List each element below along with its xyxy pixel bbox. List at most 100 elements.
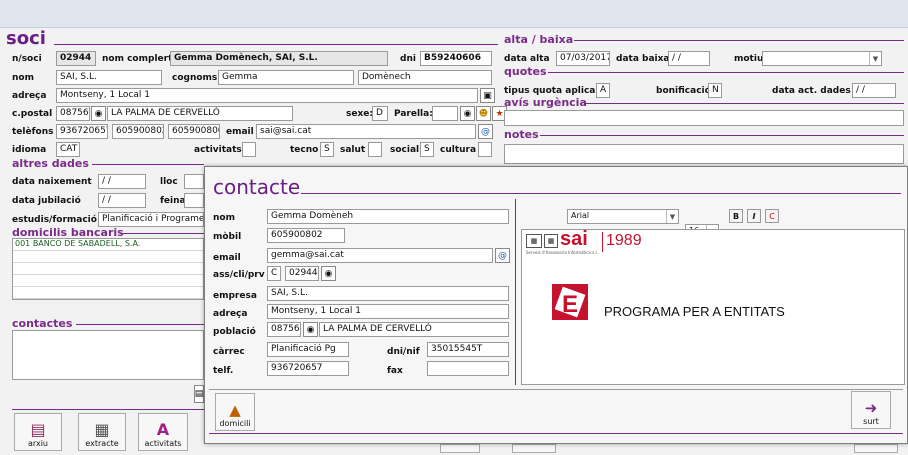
list-item[interactable]: 001 BANCO DE SABADELL, S.A. xyxy=(13,239,203,251)
list-item[interactable] xyxy=(13,251,203,263)
cognoms-label: cognoms xyxy=(172,73,218,83)
nsoci-field[interactable]: 02944 xyxy=(56,51,96,66)
lloc-label: lloc xyxy=(160,177,178,187)
contact-nom-field[interactable]: Gemma Domèneh xyxy=(267,209,509,224)
estudis-field[interactable]: Planificació i Programes xyxy=(98,212,204,227)
jubilacio-label: data jubilació xyxy=(12,196,81,206)
cultura-label: cultura xyxy=(440,145,477,155)
jubilacio-field[interactable]: / / xyxy=(98,193,146,208)
font-select[interactable]: Arial ▼ xyxy=(567,209,679,224)
exit-icon: ➜ xyxy=(864,399,878,417)
bonificacio-field[interactable]: N xyxy=(708,83,722,98)
tel3-field[interactable]: 605900800 xyxy=(168,124,220,139)
contact-cp-field[interactable]: 08756 xyxy=(267,322,301,337)
cognoms2-field[interactable]: Domènech xyxy=(358,70,492,85)
feina-field[interactable] xyxy=(184,193,204,208)
dni-field[interactable]: B59240606 xyxy=(420,51,492,66)
contact-mobil-field[interactable]: 605900802 xyxy=(267,228,345,243)
bold-button[interactable]: B xyxy=(729,209,743,223)
list-item[interactable] xyxy=(13,275,203,287)
cultura-field[interactable] xyxy=(478,142,492,157)
contact-email-label: email xyxy=(213,253,241,263)
social-field[interactable]: S xyxy=(420,142,434,157)
contact-empresa-field[interactable]: SAI, S.L. xyxy=(267,286,509,301)
contact-adreca-field[interactable]: Montseny, 1 Local 1 xyxy=(267,304,509,319)
document-icon[interactable]: ▤ xyxy=(194,385,204,403)
map-icon[interactable]: ▣ xyxy=(480,88,495,103)
motiu-select[interactable]: ▼ xyxy=(762,51,882,66)
data-alta-field[interactable]: 07/03/2017 xyxy=(556,51,610,66)
domicili-button[interactable]: ▲ domicili xyxy=(215,393,255,431)
surt-label: surt xyxy=(863,417,879,426)
home-icon: ▲ xyxy=(229,401,241,419)
contact-email-field[interactable]: gemma@sai.cat xyxy=(267,248,493,263)
tecno-label: tecno xyxy=(290,145,319,155)
lloc-field[interactable] xyxy=(184,174,204,189)
nom-complert-field[interactable]: Gemma Domènech, SAI, S.L. xyxy=(170,51,388,66)
contacte-dialog: contacte nom Gemma Domèneh mòbil 6059008… xyxy=(204,166,908,444)
list-item[interactable] xyxy=(13,287,203,299)
contact-dni-field[interactable]: 35015545T xyxy=(427,342,509,357)
contact-carrec-field[interactable]: Planificació Pg xyxy=(267,342,349,357)
idioma-label: idioma xyxy=(12,145,47,155)
surt-button[interactable]: ➜ surt xyxy=(851,391,891,429)
binoculars-icon[interactable]: ◉ xyxy=(303,322,318,337)
list-item[interactable] xyxy=(13,263,203,275)
avis-field[interactable] xyxy=(504,110,904,126)
email-label: email xyxy=(226,127,254,137)
tecno-field[interactable]: S xyxy=(320,142,334,157)
quotes-rule xyxy=(548,72,904,73)
data-baixa-field[interactable]: / / xyxy=(668,51,710,66)
notes-field[interactable] xyxy=(504,144,904,164)
svg-text:E: E xyxy=(562,291,578,318)
ass-type-field[interactable]: C xyxy=(267,266,281,281)
contacte-title: contacte xyxy=(213,175,301,199)
poblacio-field[interactable]: LA PALMA DE CERVELLÓ xyxy=(107,106,293,121)
arxiu-button[interactable]: ▤ arxiu xyxy=(14,413,62,451)
activities-icon: A xyxy=(156,420,170,439)
contact-telf-field[interactable]: 936720657 xyxy=(267,361,349,376)
adreca-field[interactable]: Montseny, 1 Local 1 xyxy=(56,88,478,103)
rich-text-area[interactable]: ▦ ▦ sai 1989 Serveis d'Assessoria Inform… xyxy=(521,228,905,385)
binoculars-icon[interactable]: ◉ xyxy=(460,106,475,121)
altres-dades-title: altres dades xyxy=(12,157,89,170)
activitats-field[interactable] xyxy=(242,142,256,157)
telefons-label: telèfons xyxy=(12,127,54,137)
contact-fax-field[interactable] xyxy=(427,361,509,376)
binoculars-icon[interactable]: ◉ xyxy=(91,106,106,121)
tel1-field[interactable]: 936720657 xyxy=(56,124,108,139)
naixement-field[interactable]: / / xyxy=(98,174,146,189)
idioma-field[interactable]: CAT xyxy=(56,142,80,157)
tipus-quota-field[interactable]: A xyxy=(596,83,610,98)
domicilis-list[interactable]: 001 BANCO DE SABADELL, S.A. xyxy=(12,238,204,300)
sexe-field[interactable]: D xyxy=(372,106,388,121)
extracte-button[interactable]: ▦ extracte xyxy=(78,413,126,451)
activitats-label: activitats xyxy=(194,145,242,155)
globe-icon[interactable]: @ xyxy=(495,248,510,263)
tel2-field[interactable]: 605900802 xyxy=(112,124,164,139)
parella-label: Parella: xyxy=(394,109,433,119)
binoculars-icon[interactable]: ◉ xyxy=(321,266,336,281)
contact-adreca-label: adreça xyxy=(213,309,248,319)
hidden-button-2[interactable] xyxy=(512,444,556,453)
cpostal-field[interactable]: 08756 xyxy=(56,106,90,121)
cognoms-field[interactable]: Gemma xyxy=(218,70,354,85)
activitats-button[interactable]: A activitats xyxy=(138,413,188,451)
contact-poblacio-field[interactable]: LA PALMA DE CERVELLÓ xyxy=(319,322,509,337)
people-icon[interactable]: ☻ xyxy=(476,106,491,121)
color-button[interactable]: C xyxy=(765,209,779,223)
salut-field[interactable] xyxy=(368,142,382,157)
data-act-field[interactable]: / / xyxy=(852,83,896,98)
hidden-button-3[interactable] xyxy=(854,444,898,453)
ass-num-field[interactable]: 02944 xyxy=(285,266,319,281)
email-field[interactable]: sai@sai.cat xyxy=(256,124,476,139)
hidden-button-1[interactable] xyxy=(440,444,480,453)
tipus-quota-label: tipus quota aplicar xyxy=(504,86,600,96)
globe-icon[interactable]: @ xyxy=(478,124,493,139)
contactes-list[interactable] xyxy=(12,330,204,380)
nom-field[interactable]: SAI, S.L. xyxy=(56,70,162,85)
contactes-title: contactes xyxy=(12,317,73,330)
italic-button[interactable]: I xyxy=(747,209,761,223)
contact-nom-label: nom xyxy=(213,213,235,223)
parella-field[interactable] xyxy=(432,106,458,121)
